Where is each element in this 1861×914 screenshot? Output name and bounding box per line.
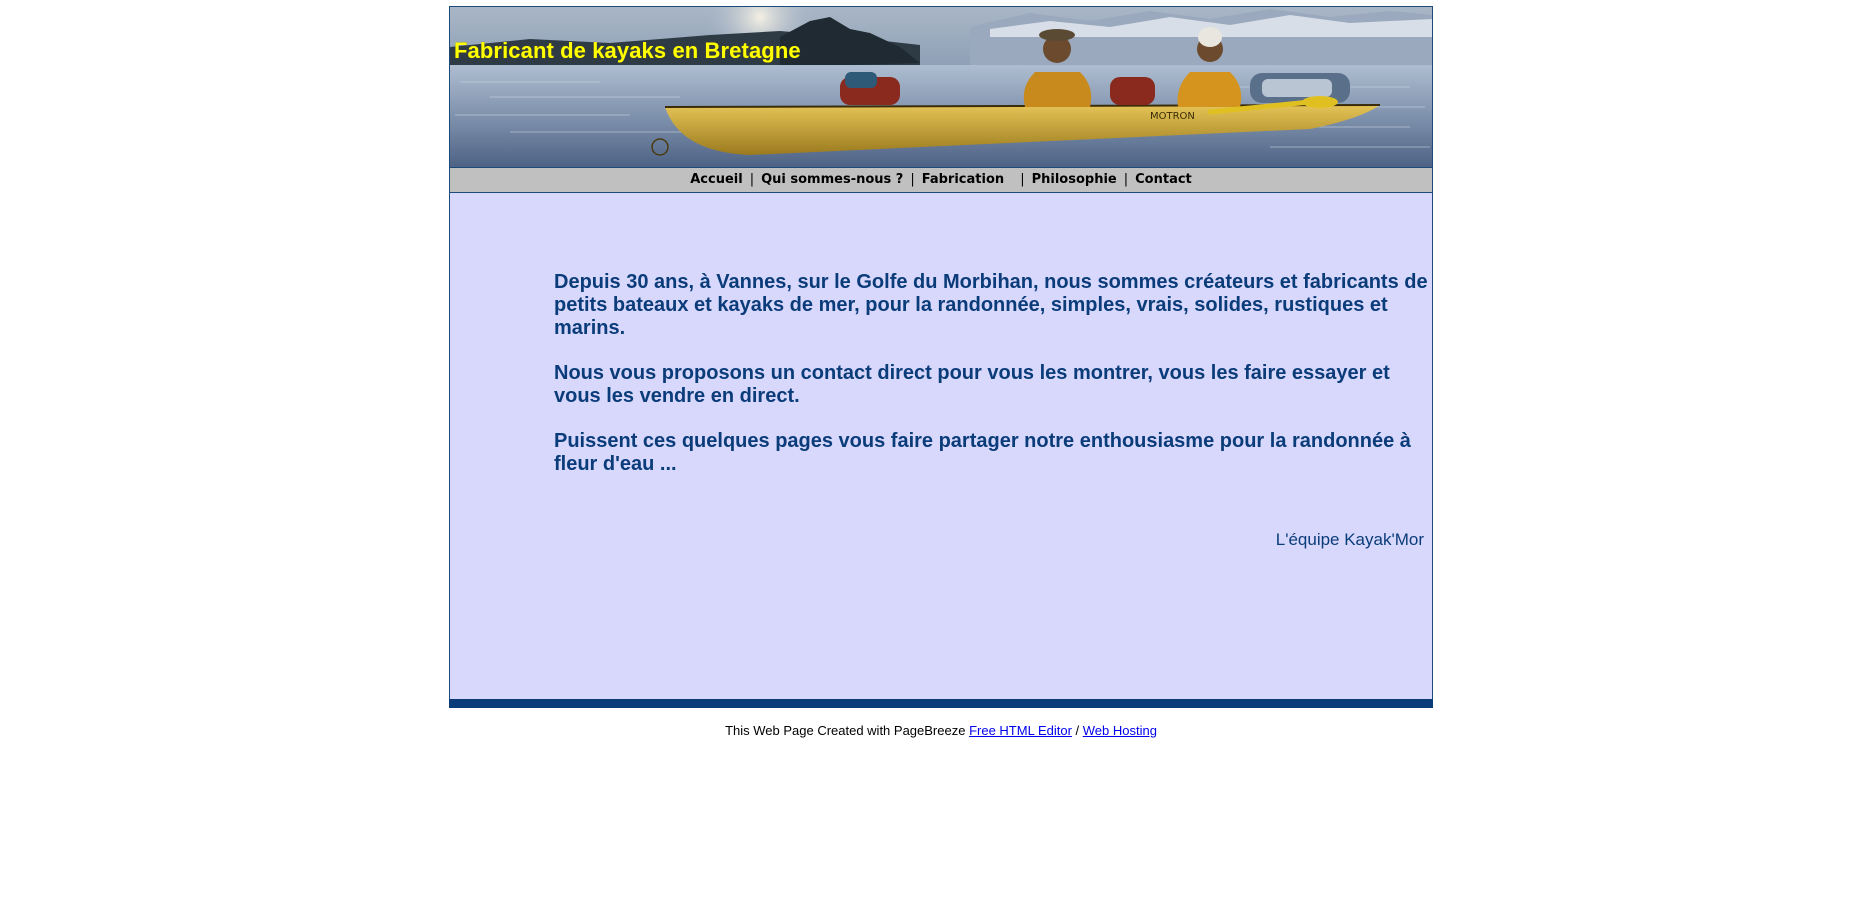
footer-bar bbox=[449, 699, 1433, 708]
page-container: MOTRON Fabricant de kayaks en Bretagne A… bbox=[449, 6, 1433, 708]
footer-divider: / bbox=[1071, 723, 1083, 738]
team-signature: L'équipe Kayak'Mor bbox=[1275, 530, 1424, 549]
main-content: Depuis 30 ans, à Vannes, sur le Golfe du… bbox=[449, 193, 1433, 699]
intro-paragraph: Depuis 30 ans, à Vannes, sur le Golfe du… bbox=[554, 271, 1428, 339]
nav-separator: | bbox=[1123, 172, 1129, 187]
kayak-photo: MOTRON bbox=[450, 7, 1432, 167]
nav-fabrication[interactable]: Fabrication bbox=[922, 172, 1004, 187]
nav-separator: | bbox=[1020, 172, 1025, 187]
svg-text:MOTRON: MOTRON bbox=[1150, 111, 1195, 122]
intro-text: Depuis 30 ans, à Vannes, sur le Golfe du… bbox=[554, 271, 1430, 498]
main-nav: Accueil | Qui sommes-nous ? | Fabrication | P… bbox=[449, 167, 1433, 193]
web-hosting-link[interactable]: Web Hosting bbox=[1083, 723, 1157, 738]
footer-credit: This Web Page Created with PageBreeze bbox=[725, 723, 970, 738]
intro-paragraph: Puissent ces quelques pages vous faire p… bbox=[554, 430, 1411, 475]
page-footer: This Web Page Created with PageBreeze Fr… bbox=[449, 723, 1433, 738]
intro-paragraph: Nous vous proposons un contact direct po… bbox=[554, 362, 1390, 407]
nav-separator: | bbox=[749, 172, 755, 187]
nav-accueil[interactable]: Accueil bbox=[690, 172, 742, 187]
header-banner: MOTRON Fabricant de kayaks en Bretagne bbox=[449, 6, 1433, 167]
nav-philosophie[interactable]: Philosophie bbox=[1032, 172, 1117, 187]
free-html-editor-link[interactable]: Free HTML Editor bbox=[969, 723, 1072, 738]
nav-qui-sommes-nous[interactable]: Qui sommes-nous ? bbox=[761, 172, 903, 187]
nav-contact[interactable]: Contact bbox=[1135, 172, 1192, 187]
site-title: Fabricant de kayaks en Bretagne bbox=[454, 38, 801, 63]
nav-separator: | bbox=[910, 172, 915, 187]
